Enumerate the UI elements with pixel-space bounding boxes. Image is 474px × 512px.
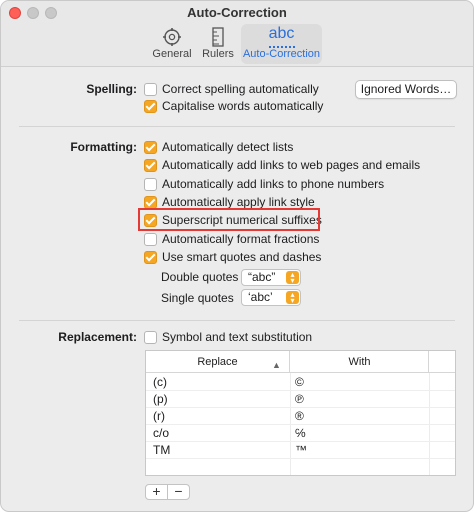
correct-spelling-row[interactable]: Correct spelling automatically [144,81,319,97]
abc-icon: abc [268,25,295,42]
table-row[interactable]: c/o ℅ [146,425,455,442]
correct-spelling-label: Correct spelling automatically [162,82,319,96]
replace-cell: (c) [153,375,167,389]
single-quotes-popup[interactable]: ‘abc’ ▴ ▾ [241,289,301,306]
table-row[interactable]: (p) ℗ [146,391,455,408]
smart-quotes-row[interactable]: Use smart quotes and dashes [144,249,321,265]
detect-lists-checkbox[interactable] [144,140,157,154]
section-divider [19,320,455,321]
replace-cell: TM [153,443,171,457]
link-style-checkbox[interactable] [144,195,157,209]
toolbar-tab-general[interactable]: General [151,24,193,64]
remove-button[interactable]: − [168,484,189,499]
capitalise-words-row[interactable]: Capitalise words automatically [144,98,323,114]
capitalise-words-checkbox[interactable] [144,99,157,113]
superscript-highlight-box [138,208,320,231]
table-row[interactable]: (c) © [146,374,455,391]
links-phone-checkbox[interactable] [144,177,157,191]
gear-icon [162,27,182,50]
sort-ascending-icon: ▲ [272,360,281,370]
links-web-emails-label: Automatically add links to web pages and… [162,158,421,172]
replace-cell: (r) [153,409,165,423]
updown-chevron-icon: ▴ ▾ [286,271,299,285]
replace-cell: (p) [153,392,168,406]
toolbar-tab-rulers-label: Rulers [202,48,234,60]
spelling-section-label: Spelling: [86,82,137,96]
format-fractions-label: Automatically format fractions [162,232,320,246]
replacement-section-label: Replacement: [58,330,137,344]
toolbar-tab-rulers[interactable]: Rulers [200,24,236,64]
with-cell: ® [295,409,304,423]
table-header: Replace ▲ With [146,351,455,373]
table-row[interactable]: (r) ® [146,408,455,425]
ignored-words-button[interactable]: Ignored Words… [355,80,457,99]
toolbar-tab-auto-correction[interactable]: abc Auto-Correction [241,24,322,64]
replace-cell: c/o [153,426,170,440]
smart-quotes-checkbox[interactable] [144,250,157,264]
double-quotes-value: “abc” [248,270,276,284]
auto-correction-window: Auto-Correction General Rulers abc Auto-… [0,0,474,512]
toolbar-tab-general-label: General [152,48,192,60]
add-button[interactable]: + [146,484,167,499]
section-divider [19,126,455,127]
with-cell: ℅ [295,426,306,440]
column-header-replace-label: Replace [197,356,238,368]
format-fractions-row[interactable]: Automatically format fractions [144,231,319,247]
column-header-with[interactable]: With [291,351,429,373]
symbol-substitution-checkbox[interactable] [144,330,157,344]
smart-quotes-label: Use smart quotes and dashes [162,250,322,264]
correct-spelling-checkbox[interactable] [144,82,157,96]
format-fractions-checkbox[interactable] [144,232,157,246]
links-phone-row[interactable]: Automatically add links to phone numbers [144,176,384,192]
updown-chevron-icon: ▴ ▾ [286,291,299,305]
links-phone-label: Automatically add links to phone numbers [162,177,385,191]
table-row[interactable] [146,459,455,475]
titlebar: Auto-Correction General Rulers abc Auto-… [1,1,473,67]
capitalise-words-label: Capitalise words automatically [162,99,324,113]
detect-lists-label: Automatically detect lists [162,140,294,154]
with-cell: ℗ [295,392,304,406]
with-cell: ™ [295,443,307,457]
window-title: Auto-Correction [187,5,287,20]
double-quotes-label: Double quotes [161,270,239,284]
replacement-table[interactable]: Replace ▲ With (c) © (p) ℗ (r) ® c/o ℅ T… [145,350,456,476]
column-header-replace[interactable]: Replace ▲ [146,351,290,373]
links-web-emails-checkbox[interactable] [144,158,157,172]
ruler-icon [209,27,227,50]
formatting-section-label: Formatting: [70,140,137,154]
table-row[interactable]: TM ™ [146,442,455,459]
link-style-label: Automatically apply link style [162,195,315,209]
double-quotes-popup[interactable]: “abc” ▴ ▾ [241,269,301,286]
detect-lists-row[interactable]: Automatically detect lists [144,139,293,155]
with-cell: © [295,375,304,389]
add-remove-control: + − [145,484,190,500]
single-quotes-value: ‘abc’ [248,290,273,304]
links-web-emails-row[interactable]: Automatically add links to web pages and… [144,157,420,173]
toolbar-tab-auto-correction-label: Auto-Correction [242,48,321,60]
column-header-with-label: With [348,356,371,368]
single-quotes-label: Single quotes [161,291,234,305]
symbol-substitution-label: Symbol and text substitution [162,330,313,344]
symbol-substitution-row[interactable]: Symbol and text substitution [144,329,312,345]
